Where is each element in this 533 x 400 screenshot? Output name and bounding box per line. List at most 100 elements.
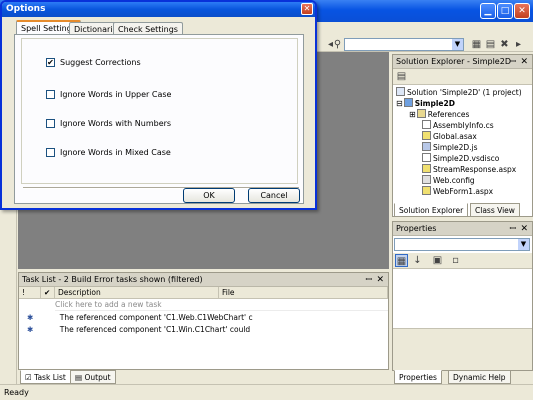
pin-icon[interactable]: ꟷ [509, 55, 516, 69]
close-icon[interactable]: ✕ [520, 55, 528, 69]
tree-item[interactable]: WebForm1.aspx [422, 186, 493, 197]
tab-properties[interactable]: Properties [394, 370, 442, 384]
project-icon [403, 98, 413, 107]
cancel-button[interactable]: Cancel [248, 188, 300, 203]
tab-dynamic-help[interactable]: Dynamic Help [448, 370, 511, 384]
pin-icon[interactable]: ꟷ [509, 222, 516, 236]
alphabetical-icon[interactable]: ↓ [411, 254, 424, 267]
aspx-file-icon [422, 186, 431, 195]
chevron-down-icon: ▼ [452, 39, 463, 50]
button-label: OK [203, 191, 215, 200]
column-priority[interactable]: ! [19, 287, 41, 299]
property-pages-icon[interactable]: ▣ [431, 254, 444, 267]
more-icon[interactable]: ▸ [512, 38, 525, 51]
task-list-panel: Task List - 2 Build Error tasks shown (f… [18, 272, 389, 370]
solution-explorer-panel: Solution Explorer - Simple2D ꟷ ✕ ▤ Solut… [392, 54, 533, 217]
add-task-input[interactable]: Click here to add a new task [55, 299, 388, 311]
events-icon[interactable]: ▫ [449, 254, 462, 267]
properties-description [393, 328, 532, 370]
options-dialog: Options ✕ Spell Settings Dictionaries Ch… [0, 0, 317, 210]
maximize-button[interactable]: □ [497, 3, 513, 19]
tools-icon[interactable]: ✖ [498, 38, 511, 51]
task-description: The referenced component 'C1.Web.C1WebCh… [59, 313, 253, 322]
categorized-icon[interactable]: ▦ [395, 254, 408, 267]
close-icon[interactable]: ✕ [376, 273, 384, 287]
tree-item[interactable]: AssemblyInfo.cs [422, 120, 494, 131]
checkbox-label: Suggest Corrections [60, 58, 141, 67]
tab-label: Spell Settings [21, 24, 76, 33]
tree-item-label: References [427, 110, 470, 119]
tab-solution-explorer[interactable]: Solution Explorer [394, 203, 469, 217]
table-row[interactable]: ✱ The referenced component 'C1.Win.C1Cha… [27, 324, 388, 336]
minimize-button[interactable]: ▁ [480, 3, 496, 19]
properties-icon[interactable]: ▦ [470, 38, 483, 51]
config-file-icon [422, 175, 431, 184]
dialog-close-button[interactable]: ✕ [301, 3, 313, 15]
project-label: Simple2D [414, 99, 455, 108]
tab-class-view[interactable]: Class View [470, 203, 520, 217]
tree-item-label: Web.config [433, 176, 475, 185]
tree-item[interactable]: Simple2D.js [422, 142, 478, 153]
tree-item[interactable]: Simple2D.vsdisco [422, 153, 499, 164]
tab-label: Task List [34, 373, 66, 382]
tab-task-list[interactable]: ☑ Task List [20, 370, 71, 384]
close-icon: ✕ [303, 4, 311, 13]
tab-page: ✔ Suggest Corrections Ignore Words in Up… [14, 34, 304, 204]
ignore-mixed-case-checkbox[interactable] [46, 148, 55, 157]
column-checked[interactable]: ✔ [41, 287, 55, 299]
solution-label: Solution 'Simple2D' (1 project) [407, 88, 522, 97]
checkbox-label: Ignore Words in Mixed Case [60, 148, 171, 157]
tab-label: Dynamic Help [453, 373, 506, 382]
object-selector[interactable]: ▼ [394, 238, 530, 251]
ignore-numbers-checkbox[interactable] [46, 119, 55, 128]
tab-label: Solution Explorer [399, 206, 464, 215]
properties-title: Properties ꟷ ✕ [393, 222, 532, 236]
solution-explorer-title-text: Solution Explorer - Simple2D [396, 57, 511, 66]
maximize-icon: □ [500, 6, 510, 16]
ignore-upper-case-checkbox[interactable] [46, 90, 55, 99]
tab-output[interactable]: ▤ Output [70, 370, 116, 384]
build-error-icon: ✱ [27, 325, 34, 334]
ok-button[interactable]: OK [183, 188, 235, 203]
disco-file-icon [422, 153, 431, 162]
collapse-icon[interactable]: ⊟ [396, 99, 403, 108]
find-icon[interactable]: ⚲ [331, 38, 344, 51]
output-icon: ▤ [75, 373, 83, 382]
tree-item[interactable]: Global.asax [422, 131, 477, 142]
properties-title-text: Properties [396, 224, 437, 233]
tab-label: Output [84, 373, 111, 382]
aspx-file-icon [422, 164, 431, 173]
solution-icon [396, 87, 405, 96]
close-icon[interactable]: ✕ [520, 222, 528, 236]
tree-item-label: WebForm1.aspx [433, 187, 494, 196]
pin-icon[interactable]: ꟷ [365, 273, 372, 287]
column-file[interactable]: File [219, 287, 388, 299]
dialog-titlebar[interactable]: Options ✕ [2, 2, 315, 17]
checkbox-label: Ignore Words in Upper Case [60, 90, 172, 99]
column-label: Description [58, 288, 101, 297]
tree-project[interactable]: ⊟ Simple2D [396, 98, 455, 109]
column-description[interactable]: Description [55, 287, 219, 299]
properties-panel: Properties ꟷ ✕ ▼ ▦ ↓ ▣ ▫ [392, 221, 533, 371]
dialog-title: Options [6, 4, 46, 14]
suggest-corrections-checkbox[interactable]: ✔ [46, 58, 55, 67]
chevron-down-icon: ▼ [518, 239, 529, 250]
tab-label: Properties [399, 373, 437, 382]
task-list-title-text: Task List - 2 Build Error tasks shown (f… [22, 275, 203, 284]
find-combo[interactable]: ▼ [344, 38, 464, 51]
tree-item[interactable]: Web.config [422, 175, 475, 186]
toolbox-icon[interactable]: ▤ [484, 38, 497, 51]
tree-item[interactable]: StreamResponse.aspx [422, 164, 516, 175]
tree-item-label: Global.asax [433, 132, 477, 141]
js-file-icon [422, 142, 431, 151]
properties-icon[interactable]: ▤ [395, 70, 408, 83]
checkbox-label: Ignore Words with Numbers [60, 119, 172, 128]
tree-item[interactable]: ⊞ References [409, 109, 469, 120]
cs-file-icon [422, 120, 431, 129]
table-row[interactable]: ✱ The referenced component 'C1.Web.C1Web… [27, 312, 388, 324]
tree-solution[interactable]: Solution 'Simple2D' (1 project) [396, 87, 522, 98]
expand-icon[interactable]: ⊞ [409, 110, 416, 119]
window-close-button[interactable]: ✕ [514, 3, 530, 19]
global-file-icon [422, 131, 431, 140]
check-icon: ✔ [44, 288, 51, 297]
